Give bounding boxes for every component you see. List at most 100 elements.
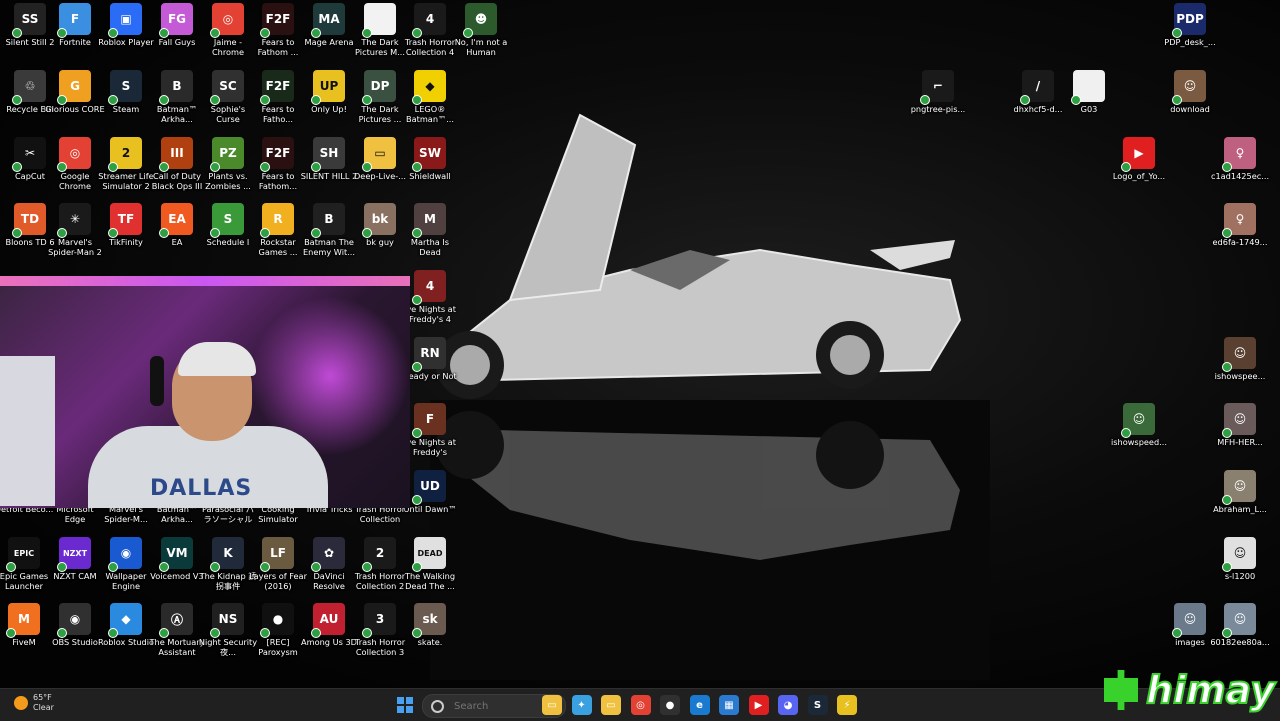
60182ee80a-icon: ☺ bbox=[1222, 603, 1256, 638]
taskbar-file-explorer-icon[interactable]: ▭ bbox=[542, 695, 562, 715]
desktop-icon-g03[interactable]: G03 bbox=[1059, 70, 1119, 114]
walking-dead-icon: DEAD bbox=[412, 537, 446, 572]
abraham-l-icon: ☺ bbox=[1222, 470, 1256, 505]
sync-check-icon bbox=[57, 28, 67, 38]
sync-check-icon bbox=[362, 228, 372, 238]
desktop-icon-c1ad1425ec[interactable]: ♀ c1ad1425ec... bbox=[1210, 137, 1270, 181]
trash-horror-3-icon: 3 bbox=[362, 603, 396, 638]
sync-check-icon bbox=[12, 95, 22, 105]
sync-check-icon bbox=[1121, 162, 1131, 172]
sync-check-icon bbox=[412, 28, 422, 38]
sync-check-icon bbox=[311, 28, 321, 38]
desktop-icon-ishowspeed-1[interactable]: ☺ ishowspee... bbox=[1210, 337, 1270, 381]
desktop-icon-label: PDP_desk_... bbox=[1164, 37, 1216, 47]
dark-pictures-2-icon: DP bbox=[362, 70, 396, 105]
silent-hill-2-icon: SH bbox=[311, 137, 345, 172]
desktop-icon-mfh-her[interactable]: ☺ MFH-HER... bbox=[1210, 403, 1270, 447]
windows-logo-icon bbox=[397, 697, 413, 713]
dark-pictures-1-icon bbox=[362, 3, 396, 38]
sync-check-icon bbox=[1222, 362, 1232, 372]
sophies-curse-icon: SC bbox=[210, 70, 244, 105]
fortnite-icon: F bbox=[57, 3, 91, 38]
wallpaper-engine-icon: ◉ bbox=[108, 537, 142, 572]
desktop-icon-label: c1ad1425ec... bbox=[1210, 171, 1270, 181]
sync-check-icon bbox=[210, 28, 220, 38]
taskbar-copilot-icon[interactable]: ✦ bbox=[571, 695, 592, 715]
search-input[interactable] bbox=[452, 699, 536, 713]
taskbar-app-dark-icon[interactable]: ● bbox=[660, 695, 680, 715]
desktop-icon-no-im-not-human[interactable]: ☻ No, I'm not a Human bbox=[451, 3, 511, 57]
taskbar-folder-icon[interactable]: ▭ bbox=[601, 695, 621, 715]
desktop-icon-pdp-desk[interactable]: PDP PDP_desk_... bbox=[1160, 3, 1220, 47]
desktop-icon-label: The Walking Dead The ... bbox=[404, 571, 456, 591]
desktop-icon-skate[interactable]: sk skate. bbox=[400, 603, 460, 647]
desktop-icon-ishowspeed-2[interactable]: ☺ ishowspeed... bbox=[1109, 403, 1169, 447]
recycle-bin-icon: ♲ bbox=[12, 70, 46, 105]
sync-check-icon bbox=[412, 628, 422, 638]
sync-check-icon bbox=[412, 295, 422, 305]
sync-check-icon bbox=[12, 162, 22, 172]
desktop-icon-download[interactable]: ☺ download bbox=[1160, 70, 1220, 114]
the-kidnap-icon: K bbox=[210, 537, 244, 572]
cod-black-ops-3-icon: III bbox=[159, 137, 193, 172]
capcut-icon: ✂ bbox=[12, 137, 46, 172]
ea-icon: EA bbox=[159, 203, 193, 238]
desktop-icon-label: ishowspeed... bbox=[1111, 437, 1167, 447]
fnaf-4-icon: 4 bbox=[412, 270, 446, 305]
desktop-icon-logo-of-yo[interactable]: ▶ Logo_of_Yo... bbox=[1109, 137, 1169, 181]
taskbar-steam-icon[interactable]: S bbox=[807, 695, 828, 715]
desktop-icon-abraham-l[interactable]: ☺ Abraham_L... bbox=[1210, 470, 1270, 514]
taskbar-chrome-icon[interactable]: ◎ bbox=[630, 695, 651, 715]
desktop-icon-s-l1200[interactable]: ☺ s-l1200 bbox=[1210, 537, 1270, 581]
taskbar-youtube-icon[interactable]: ▶ bbox=[748, 695, 769, 715]
taskbar-store-icon[interactable]: ▦ bbox=[719, 695, 739, 715]
nzxt-cam-icon: NZXT bbox=[57, 537, 91, 572]
sync-check-icon bbox=[159, 562, 169, 572]
desktop-icon-pngtree-pis[interactable]: ⌐ pngtree-pis... bbox=[908, 70, 968, 114]
desktop-icon-label: skate. bbox=[417, 637, 443, 647]
weather-widget[interactable]: 65°F Clear bbox=[14, 693, 54, 713]
brand-text: himay bbox=[1145, 667, 1276, 713]
sync-check-icon bbox=[108, 228, 118, 238]
desktop-icon-walking-dead[interactable]: DEAD The Walking Dead The ... bbox=[400, 537, 460, 591]
taskbar-edge-icon[interactable]: e bbox=[689, 695, 710, 715]
deep-live-icon: ▭ bbox=[362, 137, 396, 172]
desktop-icon-60182ee80a[interactable]: ☺ 60182ee80a... bbox=[1210, 603, 1270, 647]
sync-check-icon bbox=[260, 628, 270, 638]
fears-to-fathom-3-icon: F2F bbox=[260, 137, 294, 172]
desktop-icon-ed6fa-1749[interactable]: ♀ ed6fa-1749... bbox=[1210, 203, 1270, 247]
sync-check-icon bbox=[210, 562, 220, 572]
steam-icon: S bbox=[108, 70, 142, 105]
fears-to-fathom-2-icon: F2F bbox=[260, 70, 294, 105]
desktop-icon-martha-is-dead[interactable]: M Martha Is Dead bbox=[400, 203, 460, 257]
desktop-icon-lego-batman[interactable]: ◆ LEGO® Batman™... bbox=[400, 70, 460, 124]
desktop-icon-shieldwall[interactable]: SW Shieldwall bbox=[400, 137, 460, 181]
streamer-life-icon: 2 bbox=[108, 137, 142, 172]
shieldwall-icon: SW bbox=[412, 137, 446, 172]
night-security-icon: NS bbox=[210, 603, 244, 638]
sync-check-icon bbox=[260, 95, 270, 105]
streamer-cap bbox=[178, 342, 256, 376]
download-icon: ☺ bbox=[1172, 70, 1206, 105]
led-strip bbox=[0, 276, 410, 286]
taskbar-discord-icon[interactable]: ◕ bbox=[778, 695, 798, 715]
desktop-icon-label: 60182ee80a... bbox=[1210, 637, 1270, 647]
desktop-icon-label: No, I'm not a Human bbox=[454, 37, 508, 57]
start-button[interactable] bbox=[395, 695, 415, 715]
sync-check-icon bbox=[260, 228, 270, 238]
brand-mark-icon bbox=[1104, 670, 1138, 710]
sync-check-icon bbox=[108, 95, 118, 105]
sync-check-icon bbox=[108, 628, 118, 638]
sync-check-icon bbox=[412, 228, 422, 238]
sync-check-icon bbox=[362, 562, 372, 572]
sync-check-icon bbox=[1222, 162, 1232, 172]
sync-check-icon bbox=[57, 562, 67, 572]
martha-is-dead-icon: M bbox=[412, 203, 446, 238]
sync-check-icon bbox=[260, 28, 270, 38]
desktop-icon-label: MFH-HER... bbox=[1217, 437, 1263, 447]
taskbar-app-yellow-icon[interactable]: ⚡ bbox=[837, 695, 857, 715]
sync-check-icon bbox=[362, 162, 372, 172]
trash-horror-2-icon: 2 bbox=[362, 537, 396, 572]
search-icon bbox=[431, 699, 444, 713]
sync-check-icon bbox=[108, 162, 118, 172]
